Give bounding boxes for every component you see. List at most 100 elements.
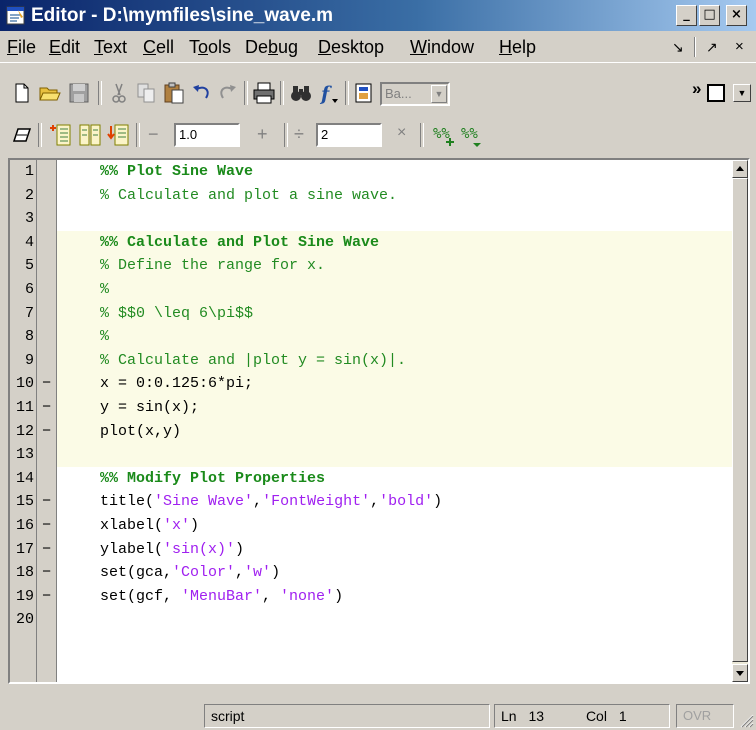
breakpoint-marker[interactable]: − <box>42 538 51 562</box>
breakpoint-marker[interactable]: − <box>42 490 51 514</box>
restore-icon: □ <box>703 7 716 22</box>
scroll-up-button[interactable] <box>732 160 748 178</box>
toolbar-separator <box>345 81 349 105</box>
menu-tools[interactable]: Tools <box>189 36 231 58</box>
code-line[interactable]: %% Plot Sine Wave <box>100 160 253 184</box>
main-toolbar: f Ba... ▼ » ▼ <box>0 73 756 113</box>
redo-icon[interactable] <box>215 81 239 105</box>
line-number: 19 <box>15 587 34 605</box>
remove-comment-icon[interactable]: %% <box>460 123 484 147</box>
menu-file[interactable]: File <box>7 36 36 58</box>
code-line[interactable]: % Calculate and |plot y = sin(x)|. <box>100 349 406 373</box>
cell-edit-icon[interactable] <box>10 123 34 147</box>
toolbar-overflow-icon[interactable]: » <box>692 79 701 99</box>
print-icon[interactable] <box>252 81 276 105</box>
multiply-value-icon[interactable]: × <box>397 124 406 142</box>
line-number: 3 <box>24 210 34 228</box>
code-line[interactable]: % Define the range for x. <box>100 254 325 278</box>
divide-value-icon[interactable]: ÷ <box>294 124 304 145</box>
undock-icon[interactable]: ↗ <box>706 36 718 58</box>
restore-button[interactable]: □ <box>699 5 720 26</box>
minimize-icon: _ <box>683 7 690 22</box>
stack-icon[interactable] <box>352 81 376 105</box>
breakpoint-marker[interactable]: − <box>42 561 51 585</box>
close-button[interactable]: × <box>726 5 747 26</box>
vertical-scrollbar[interactable] <box>732 160 748 682</box>
save-icon[interactable] <box>67 81 91 105</box>
code-editor[interactable]: 1 2 3 4 5 6 7 8 9 10−11−12−13 14 15−16−17−18−19−20 … <box>8 158 750 684</box>
menu-mnemonic: E <box>49 37 62 57</box>
dock-icon[interactable]: ↘ <box>672 36 684 58</box>
decrement-value-field[interactable]: 1.0 <box>174 123 240 147</box>
find-icon[interactable] <box>289 81 313 105</box>
resize-grip-icon[interactable] <box>738 712 754 728</box>
code-line[interactable]: % <box>100 325 109 349</box>
close-icon: × <box>731 7 742 22</box>
comment-token: % <box>100 328 110 346</box>
paste-icon[interactable] <box>162 81 186 105</box>
menu-window[interactable]: Window <box>410 36 474 58</box>
breakpoint-marker[interactable]: − <box>42 396 51 420</box>
decrement-value-icon[interactable]: − <box>148 124 159 145</box>
code-line[interactable]: x = 0:0.125:6*pi; <box>100 372 253 396</box>
function-icon[interactable]: f <box>316 81 340 105</box>
eval-file-icon[interactable] <box>106 123 130 147</box>
code-area[interactable]: %% Plot Sine Wave % Calculate and plot a … <box>57 160 732 682</box>
divide-value-field[interactable]: 2 <box>316 123 382 147</box>
code-line[interactable]: % $$0 \leq 6\pi$$ <box>100 302 253 326</box>
code-line[interactable]: title('Sine Wave','FontWeight','bold') <box>100 490 442 514</box>
string-token: 'sin(x)' <box>163 540 236 558</box>
code-token: set(gcf, <box>100 587 182 605</box>
editor-app-icon <box>6 6 25 25</box>
code-line[interactable]: % Calculate and plot a sine wave. <box>100 184 397 208</box>
insert-comment-icon[interactable]: %% <box>432 123 456 147</box>
menu-desktop[interactable]: Desktop <box>318 36 384 58</box>
menu-help[interactable]: Help <box>499 36 536 58</box>
line-number: 20 <box>15 611 34 629</box>
close-document-icon[interactable]: × <box>735 36 744 58</box>
stack-select[interactable]: Ba... ▼ <box>380 82 450 106</box>
new-file-icon[interactable] <box>10 81 34 105</box>
cut-icon[interactable] <box>107 81 131 105</box>
string-token: 'MenuBar' <box>181 587 263 605</box>
eval-cell-icon[interactable] <box>48 123 72 147</box>
code-line[interactable]: %% Calculate and Plot Sine Wave <box>100 231 379 255</box>
line-number: 2 <box>24 186 34 204</box>
cell-toolbar: − 1.0 + ÷ 2 × %% %% <box>0 117 756 153</box>
scroll-down-button[interactable] <box>732 664 748 682</box>
code-line[interactable]: plot(x,y) <box>100 420 181 444</box>
menu-debug[interactable]: Debug <box>245 36 298 58</box>
toolbar-separator <box>244 81 248 105</box>
menu-mnemonic: D <box>318 37 331 57</box>
code-line[interactable]: % <box>100 278 109 302</box>
copy-icon[interactable] <box>134 81 158 105</box>
minimize-button[interactable]: _ <box>676 5 697 26</box>
toolbar-dropdown-icon[interactable]: ▼ <box>733 84 751 102</box>
scroll-thumb[interactable] <box>732 178 748 662</box>
menu-edit[interactable]: Edit <box>49 36 80 58</box>
increment-value-icon[interactable]: + <box>257 124 268 145</box>
code-line[interactable]: set(gcf, 'MenuBar', 'none') <box>100 585 343 609</box>
menu-cell[interactable]: Cell <box>143 36 174 58</box>
arrow-down-icon <box>736 671 744 676</box>
title-bar[interactable]: Editor - D:\mymfiles\sine_wave.m _ □ × <box>0 0 756 31</box>
line-number: 11 <box>15 399 34 416</box>
status-ovr: OVR <box>676 704 734 728</box>
maximize-document-icon[interactable] <box>707 84 725 102</box>
breakpoint-marker[interactable]: − <box>42 585 51 609</box>
code-line[interactable]: ylabel('sin(x)') <box>100 538 244 562</box>
toolbar-separator <box>420 123 424 147</box>
breakpoint-marker[interactable]: − <box>42 420 51 444</box>
code-line[interactable]: y = sin(x); <box>100 396 199 420</box>
open-file-icon[interactable] <box>38 81 62 105</box>
comment-token: % <box>100 281 110 298</box>
code-line[interactable]: set(gca,'Color','w') <box>100 561 280 585</box>
menu-mnemonic: W <box>410 37 427 57</box>
eval-cell-advance-icon[interactable] <box>78 123 102 147</box>
menu-text[interactable]: Text <box>94 36 127 58</box>
breakpoint-marker[interactable]: − <box>42 372 51 396</box>
code-line[interactable]: xlabel('x') <box>100 514 199 538</box>
code-line[interactable]: %% Modify Plot Properties <box>100 467 325 491</box>
undo-icon[interactable] <box>190 81 214 105</box>
breakpoint-marker[interactable]: − <box>42 514 51 538</box>
